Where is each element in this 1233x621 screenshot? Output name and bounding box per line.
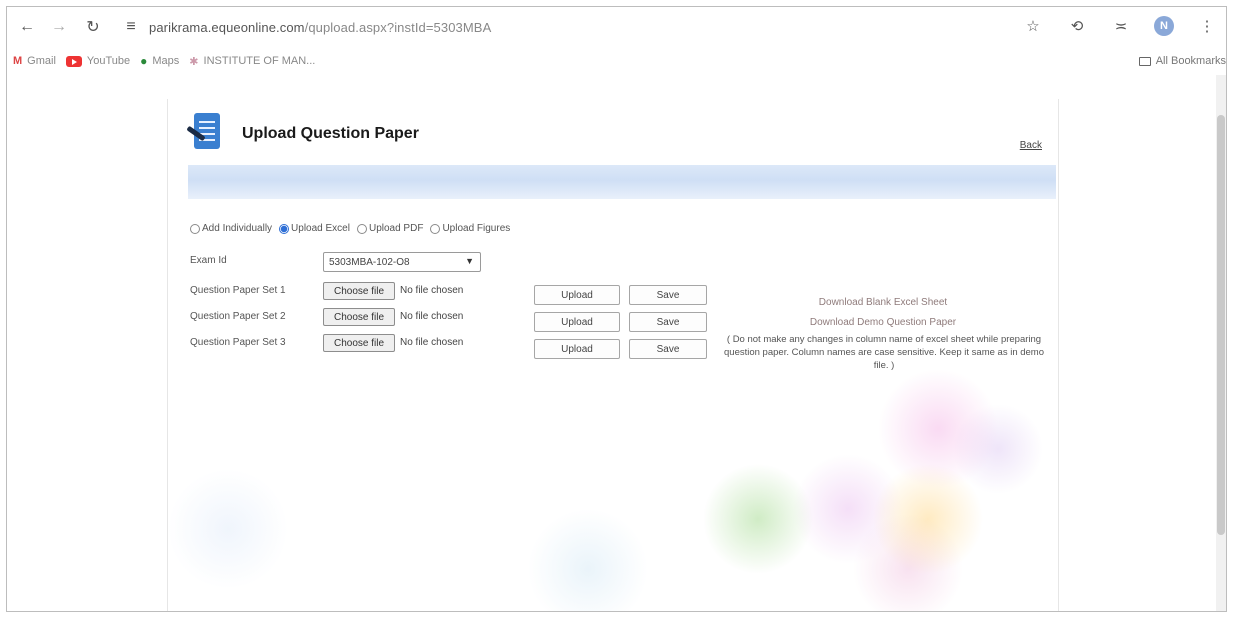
address-bar[interactable]: parikrama.equeonline.com/qupload.aspx?in… (149, 20, 491, 35)
scrollbar-thumb[interactable] (1217, 115, 1225, 535)
youtube-icon (65, 55, 82, 67)
browser-toolbar: ← → ↻ ≡ parikrama.equeonline.com/qupload… (7, 7, 1226, 47)
exam-id-value: 5303MBA-102-O8 (329, 256, 410, 268)
document-edit-icon (186, 113, 228, 155)
url-domain: parikrama.equeonline.com (149, 19, 305, 35)
more-menu-icon[interactable]: ⋮ (1196, 15, 1218, 37)
choose-file-button-set-2[interactable]: Choose file (323, 308, 395, 326)
back-arrow-icon[interactable]: ← (15, 15, 39, 39)
bookmark-youtube[interactable]: YouTube (65, 55, 131, 67)
bookmark-label: INSTITUTE OF MAN... (203, 55, 316, 67)
radio-button[interactable] (279, 223, 290, 234)
forward-arrow-icon[interactable]: → (47, 15, 71, 39)
save-button-set-1[interactable]: Save (629, 285, 707, 305)
all-bookmarks[interactable]: All Bookmarks (1138, 47, 1226, 75)
bookmark-label: Maps (152, 55, 180, 67)
radio-button[interactable] (356, 223, 367, 234)
back-link[interactable]: Back (1020, 140, 1042, 151)
save-button-set-3[interactable]: Save (629, 339, 707, 359)
page-content: Upload Question Paper Back Add Individua… (7, 75, 1226, 611)
exam-id-select[interactable]: 5303MBA-102-O8 ▼ (323, 252, 481, 272)
radio-label: Upload PDF (368, 223, 424, 234)
radio-label: Add Individually (202, 223, 273, 234)
page-title: Upload Question Paper (242, 125, 419, 142)
excel-instructions-note: ( Do not make any changes in column name… (724, 334, 1045, 371)
paper-set-2-label: Question Paper Set 2 (190, 311, 286, 322)
radio-button[interactable] (430, 223, 441, 234)
upload-button-set-2[interactable]: Upload (534, 312, 620, 332)
gmail-icon: M (13, 55, 23, 67)
bookmark-label: YouTube (86, 55, 131, 67)
radio-label: Upload Excel (291, 223, 350, 234)
exam-id-label: Exam Id (190, 255, 227, 266)
header-bar (188, 165, 1056, 199)
radio-label: Upload Figures (442, 223, 511, 234)
page-header: Upload Question Paper (186, 113, 419, 155)
file-status-set-3: No file chosen (400, 337, 464, 348)
download-demo-paper-link[interactable]: Download Demo Question Paper (723, 317, 1043, 328)
bookmark-star-icon[interactable]: ☆ (1022, 15, 1044, 37)
bookmark-label: Gmail (27, 55, 56, 67)
upload-button-set-1[interactable]: Upload (534, 285, 620, 305)
maps-pin-icon: ● (140, 54, 148, 68)
paper-set-1-label: Question Paper Set 1 (190, 285, 286, 296)
file-status-set-1: No file chosen (400, 285, 464, 296)
download-blank-excel-link[interactable]: Download Blank Excel Sheet (723, 297, 1043, 308)
bookmark-institute[interactable]: ✱ INSTITUTE OF MAN... (189, 55, 315, 68)
upload-button-set-3[interactable]: Upload (534, 339, 620, 359)
bookmark-maps[interactable]: ● Maps (140, 54, 179, 68)
radio-add-individually[interactable]: Add Individually (190, 223, 272, 234)
browser-window: ← → ↻ ≡ parikrama.equeonline.com/qupload… (6, 6, 1227, 612)
url-path: /qupload.aspx?instId=5303MBA (304, 19, 492, 35)
chevron-down-icon: ▼ (465, 256, 474, 266)
radio-button[interactable] (190, 223, 200, 234)
toolbar-right: ☆ ⟲ ≍ N ⋮ (1022, 15, 1218, 37)
all-bookmarks-label: All Bookmarks (1155, 55, 1226, 67)
radio-upload-figures[interactable]: Upload Figures (430, 223, 510, 234)
media-control-icon[interactable]: ≍ (1110, 15, 1132, 37)
choose-file-button-set-3[interactable]: Choose file (323, 334, 395, 352)
site-settings-icon[interactable]: ≡ (119, 15, 143, 39)
paper-set-3-label: Question Paper Set 3 (190, 337, 286, 348)
folder-icon (1138, 56, 1151, 66)
page-scrollbar[interactable] (1216, 75, 1226, 611)
bookmark-gmail[interactable]: M Gmail (13, 55, 56, 67)
profile-avatar[interactable]: N (1154, 16, 1174, 36)
file-status-set-2: No file chosen (400, 311, 464, 322)
radio-upload-excel[interactable]: Upload Excel (279, 223, 350, 234)
extensions-icon[interactable]: ⟲ (1066, 15, 1088, 37)
reload-icon[interactable]: ↻ (81, 15, 105, 39)
bookmarks-bar: M Gmail YouTube ● Maps ✱ INSTITUTE OF MA… (7, 47, 1226, 75)
save-button-set-2[interactable]: Save (629, 312, 707, 332)
institute-icon: ✱ (189, 55, 199, 68)
upload-panel: Upload Question Paper Back Add Individua… (167, 99, 1059, 611)
choose-file-button-set-1[interactable]: Choose file (323, 282, 395, 300)
upload-mode-group: Add Individually Upload Excel Upload PDF… (190, 223, 513, 234)
radio-upload-pdf[interactable]: Upload PDF (356, 223, 424, 234)
